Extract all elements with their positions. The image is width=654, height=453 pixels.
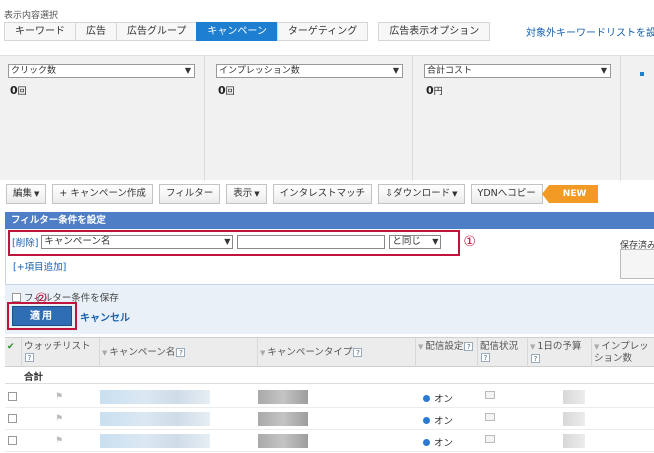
column-delivery-status[interactable]: 配信状況? <box>477 338 527 368</box>
annotation-marker-1: ① <box>463 234 476 250</box>
metric-cost: 合計コスト ▼ 0円 <box>416 56 621 181</box>
dropdown-arrow-icon: ▼ <box>600 66 607 75</box>
metric-impressions: インプレッション数 ▼ 0回 <box>208 56 413 181</box>
dropdown-arrow-icon: ▼ <box>392 66 399 75</box>
metric-select-clicks[interactable]: クリック数 ▼ <box>8 64 195 78</box>
view-select-label: 表示内容選択 <box>4 11 59 21</box>
table-header: ✔ ウォッチリスト? ▼ キャンペーン名? ▼ キャンペーンタイプ? ▼ 配信設定? … <box>5 337 654 368</box>
table-row[interactable]: ⚑ オン <box>5 386 654 408</box>
delivery-toggle[interactable]: オン <box>423 435 453 449</box>
column-campaign-name[interactable]: ▼ キャンペーン名? <box>99 338 257 368</box>
metric-label: クリック数 <box>11 66 57 76</box>
help-icon[interactable]: ? <box>481 353 490 362</box>
plus-icon: + <box>59 188 68 199</box>
tab-ads[interactable]: 広告 <box>75 22 116 41</box>
negative-keyword-list-link[interactable]: 対象外キーワードリストを設 <box>526 24 654 39</box>
tab-ad-extensions[interactable]: 広告表示オプション <box>378 22 491 41</box>
metric-select-impressions[interactable]: インプレッション数 ▼ <box>216 64 403 78</box>
download-icon: ⇩ <box>385 188 394 199</box>
cancel-link[interactable]: キャンセル <box>80 309 130 324</box>
watchlist-flag-icon[interactable]: ⚑ <box>55 436 65 446</box>
metric-value-clicks: 0回 <box>10 84 27 97</box>
highlight-box-apply <box>7 302 77 330</box>
sort-icon: ▼ <box>530 343 536 351</box>
edit-button[interactable]: 編集 ▼ <box>6 184 47 204</box>
sort-icon: ▼ <box>102 349 108 357</box>
watchlist-flag-icon[interactable]: ⚑ <box>55 392 65 402</box>
sort-icon: ▼ <box>418 343 424 351</box>
radio-on-icon <box>423 438 430 446</box>
dropdown-arrow-icon: ▼ <box>184 66 191 75</box>
metric-select-cost[interactable]: 合計コスト ▼ <box>424 64 611 78</box>
help-icon[interactable]: ? <box>25 353 34 362</box>
help-icon[interactable]: ? <box>176 348 186 357</box>
interest-match-button[interactable]: インタレストマッチ <box>272 184 373 204</box>
metric-label: インプレッション数 <box>219 66 300 76</box>
sort-icon: ▼ <box>260 349 266 357</box>
column-daily-budget[interactable]: ▼ 1日の予算? <box>527 338 591 368</box>
column-impressions[interactable]: ▼ インプレッション数 <box>591 338 654 368</box>
filter-button[interactable]: フィルター <box>158 184 221 204</box>
save-condition-checkbox[interactable] <box>12 292 21 302</box>
radio-on-icon <box>423 394 430 402</box>
create-campaign-button[interactable]: + キャンペーン作成 <box>52 184 153 204</box>
row-checkbox[interactable] <box>8 414 17 423</box>
radio-on-icon <box>423 416 430 424</box>
table-row[interactable]: ⚑ オン <box>5 408 654 430</box>
help-icon[interactable]: ? <box>464 342 474 351</box>
metric-label: 合計コスト <box>427 66 473 76</box>
delivery-toggle[interactable]: オン <box>423 391 453 405</box>
check-icon[interactable]: ✔ <box>7 342 15 352</box>
caret-down-icon: ▼ <box>254 190 260 198</box>
status-comment-icon <box>485 391 495 399</box>
sort-icon: ▼ <box>594 343 600 351</box>
view-tabs: キーワード 広告 広告グループ キャンペーン ターゲティング 広告表示オプション <box>4 22 491 42</box>
metric-value-cost: 0円 <box>426 84 443 97</box>
caret-down-icon: ▼ <box>452 190 458 198</box>
campaign-name-blurred <box>100 434 210 448</box>
metric-value-impressions: 0回 <box>218 84 235 97</box>
display-button[interactable]: 表示 ▼ <box>226 184 267 204</box>
add-condition-link[interactable]: [+項目追加] <box>13 259 66 273</box>
copy-to-ydn-button[interactable]: YDNへコピー <box>470 184 543 204</box>
row-checkbox[interactable] <box>8 392 17 401</box>
saved-filters-list[interactable] <box>620 249 654 279</box>
table-row[interactable]: ⚑ オン <box>5 430 654 452</box>
new-badge: NEW <box>541 185 599 203</box>
filter-panel-title: フィルター条件を設定 <box>5 212 654 229</box>
metric-clicks: クリック数 ▼ 0回 <box>0 56 205 181</box>
column-watchlist[interactable]: ウォッチリスト? <box>21 338 99 368</box>
watchlist-flag-icon[interactable]: ⚑ <box>55 414 65 424</box>
total-row <box>5 367 654 384</box>
help-icon[interactable]: ? <box>531 354 540 363</box>
row-checkbox[interactable] <box>8 436 17 445</box>
campaign-type-blurred <box>258 412 308 426</box>
campaign-type-blurred <box>258 434 308 448</box>
status-comment-icon <box>485 413 495 421</box>
select-all-column: ✔ <box>5 338 21 368</box>
campaign-name-blurred <box>100 412 210 426</box>
toolbar: 編集 ▼ + キャンペーン作成 フィルター 表示 ▼ インタレストマッチ ⇩ダウンロ… <box>6 183 599 205</box>
total-label: 合計 <box>24 372 44 383</box>
campaign-name-blurred <box>100 390 210 404</box>
help-icon[interactable]: ? <box>353 348 363 357</box>
tab-keyword[interactable]: キーワード <box>4 22 75 41</box>
campaign-type-blurred <box>258 390 308 404</box>
status-comment-icon <box>485 435 495 443</box>
column-delivery-setting[interactable]: ▼ 配信設定? <box>415 338 477 368</box>
download-button[interactable]: ⇩ダウンロード ▼ <box>378 184 465 204</box>
metrics-panel: クリック数 ▼ 0回 インプレッション数 ▼ 0回 合計コスト ▼ 0円 <box>0 55 654 181</box>
column-campaign-type[interactable]: ▼ キャンペーンタイプ? <box>257 338 415 368</box>
graph-marker-icon <box>640 72 644 76</box>
tab-ad-group[interactable]: 広告グループ <box>116 22 197 41</box>
highlight-box-condition <box>8 230 460 256</box>
tab-targeting[interactable]: ターゲティング <box>276 22 369 41</box>
budget-blurred <box>563 390 585 404</box>
budget-blurred <box>563 434 585 448</box>
delivery-toggle[interactable]: オン <box>423 413 453 427</box>
budget-blurred <box>563 412 585 426</box>
caret-down-icon: ▼ <box>34 190 40 198</box>
tab-campaign[interactable]: キャンペーン <box>196 22 277 41</box>
